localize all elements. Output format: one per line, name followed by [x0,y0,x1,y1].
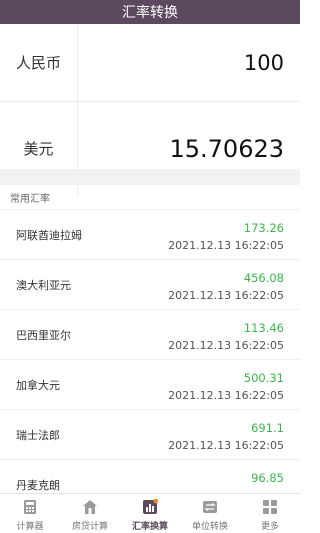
from-amount-input[interactable]: 100 [244,24,284,101]
rate-time: 2021.12.13 16:22:05 [168,339,284,352]
page-title-bar: 汇率转换 [0,0,300,24]
from-currency-button[interactable]: 人民币 [0,24,78,101]
rate-value: 691.1 [251,421,284,435]
rate-currency: 澳大利亚元 [16,279,71,292]
tab-calculator[interactable]: 计算器 [0,494,60,533]
house-icon [81,498,99,516]
rate-currency: 加拿大元 [16,379,60,392]
rate-row[interactable]: 瑞士法郎 691.1 2021.12.13 16:22:05 [0,410,300,460]
rate-currency: 阿联酋迪拉姆 [16,229,82,242]
section-divider [0,169,300,185]
chart-icon [141,498,159,516]
tab-more[interactable]: 更多 [240,494,300,533]
converter-from-row[interactable]: 人民币 100 [0,24,300,102]
rates-section-title: 常用汇率 [0,186,300,210]
rate-value: 96.85 [251,471,284,485]
tab-label: 更多 [260,522,279,532]
rate-row[interactable]: 阿联酋迪拉姆 173.26 2021.12.13 16:22:05 [0,210,300,260]
tab-label: 房贷计算 [71,522,108,532]
rate-value: 500.31 [243,371,284,385]
tab-exchange-rate[interactable]: 汇率换算 [120,494,180,533]
tab-label: 汇率换算 [131,522,168,532]
rate-value: 113.46 [243,321,284,335]
rates-list: 阿联酋迪拉姆 173.26 2021.12.13 16:22:05 澳大利亚元 … [0,210,300,510]
rate-value: 456.08 [243,271,284,285]
rate-value: 173.26 [243,221,284,235]
rate-row[interactable]: 加拿大元 500.31 2021.12.13 16:22:05 [0,360,300,410]
rate-time: 2021.12.13 16:22:05 [168,289,284,302]
rate-time: 2021.12.13 16:22:05 [168,239,284,252]
tab-label: 计算器 [16,522,44,532]
rate-currency: 巴西里亚尔 [16,329,71,342]
rate-time: 2021.12.13 16:22:05 [168,439,284,452]
bottom-tab-bar: 计算器 房贷计算 汇率换算 单位转换 更多 [0,493,300,533]
tab-mortgage[interactable]: 房贷计算 [60,494,120,533]
tab-label: 单位转换 [191,522,228,532]
calculator-icon [21,498,39,516]
grid-icon [261,498,279,516]
rate-currency: 瑞士法郎 [16,429,60,442]
rate-row[interactable]: 巴西里亚尔 113.46 2021.12.13 16:22:05 [0,310,300,360]
page-title: 汇率转换 [122,5,178,21]
rate-time: 2021.12.13 16:22:05 [168,389,284,402]
swap-icon [201,498,219,516]
rate-row[interactable]: 澳大利亚元 456.08 2021.12.13 16:22:05 [0,260,300,310]
tab-unit-convert[interactable]: 单位转换 [180,494,240,533]
